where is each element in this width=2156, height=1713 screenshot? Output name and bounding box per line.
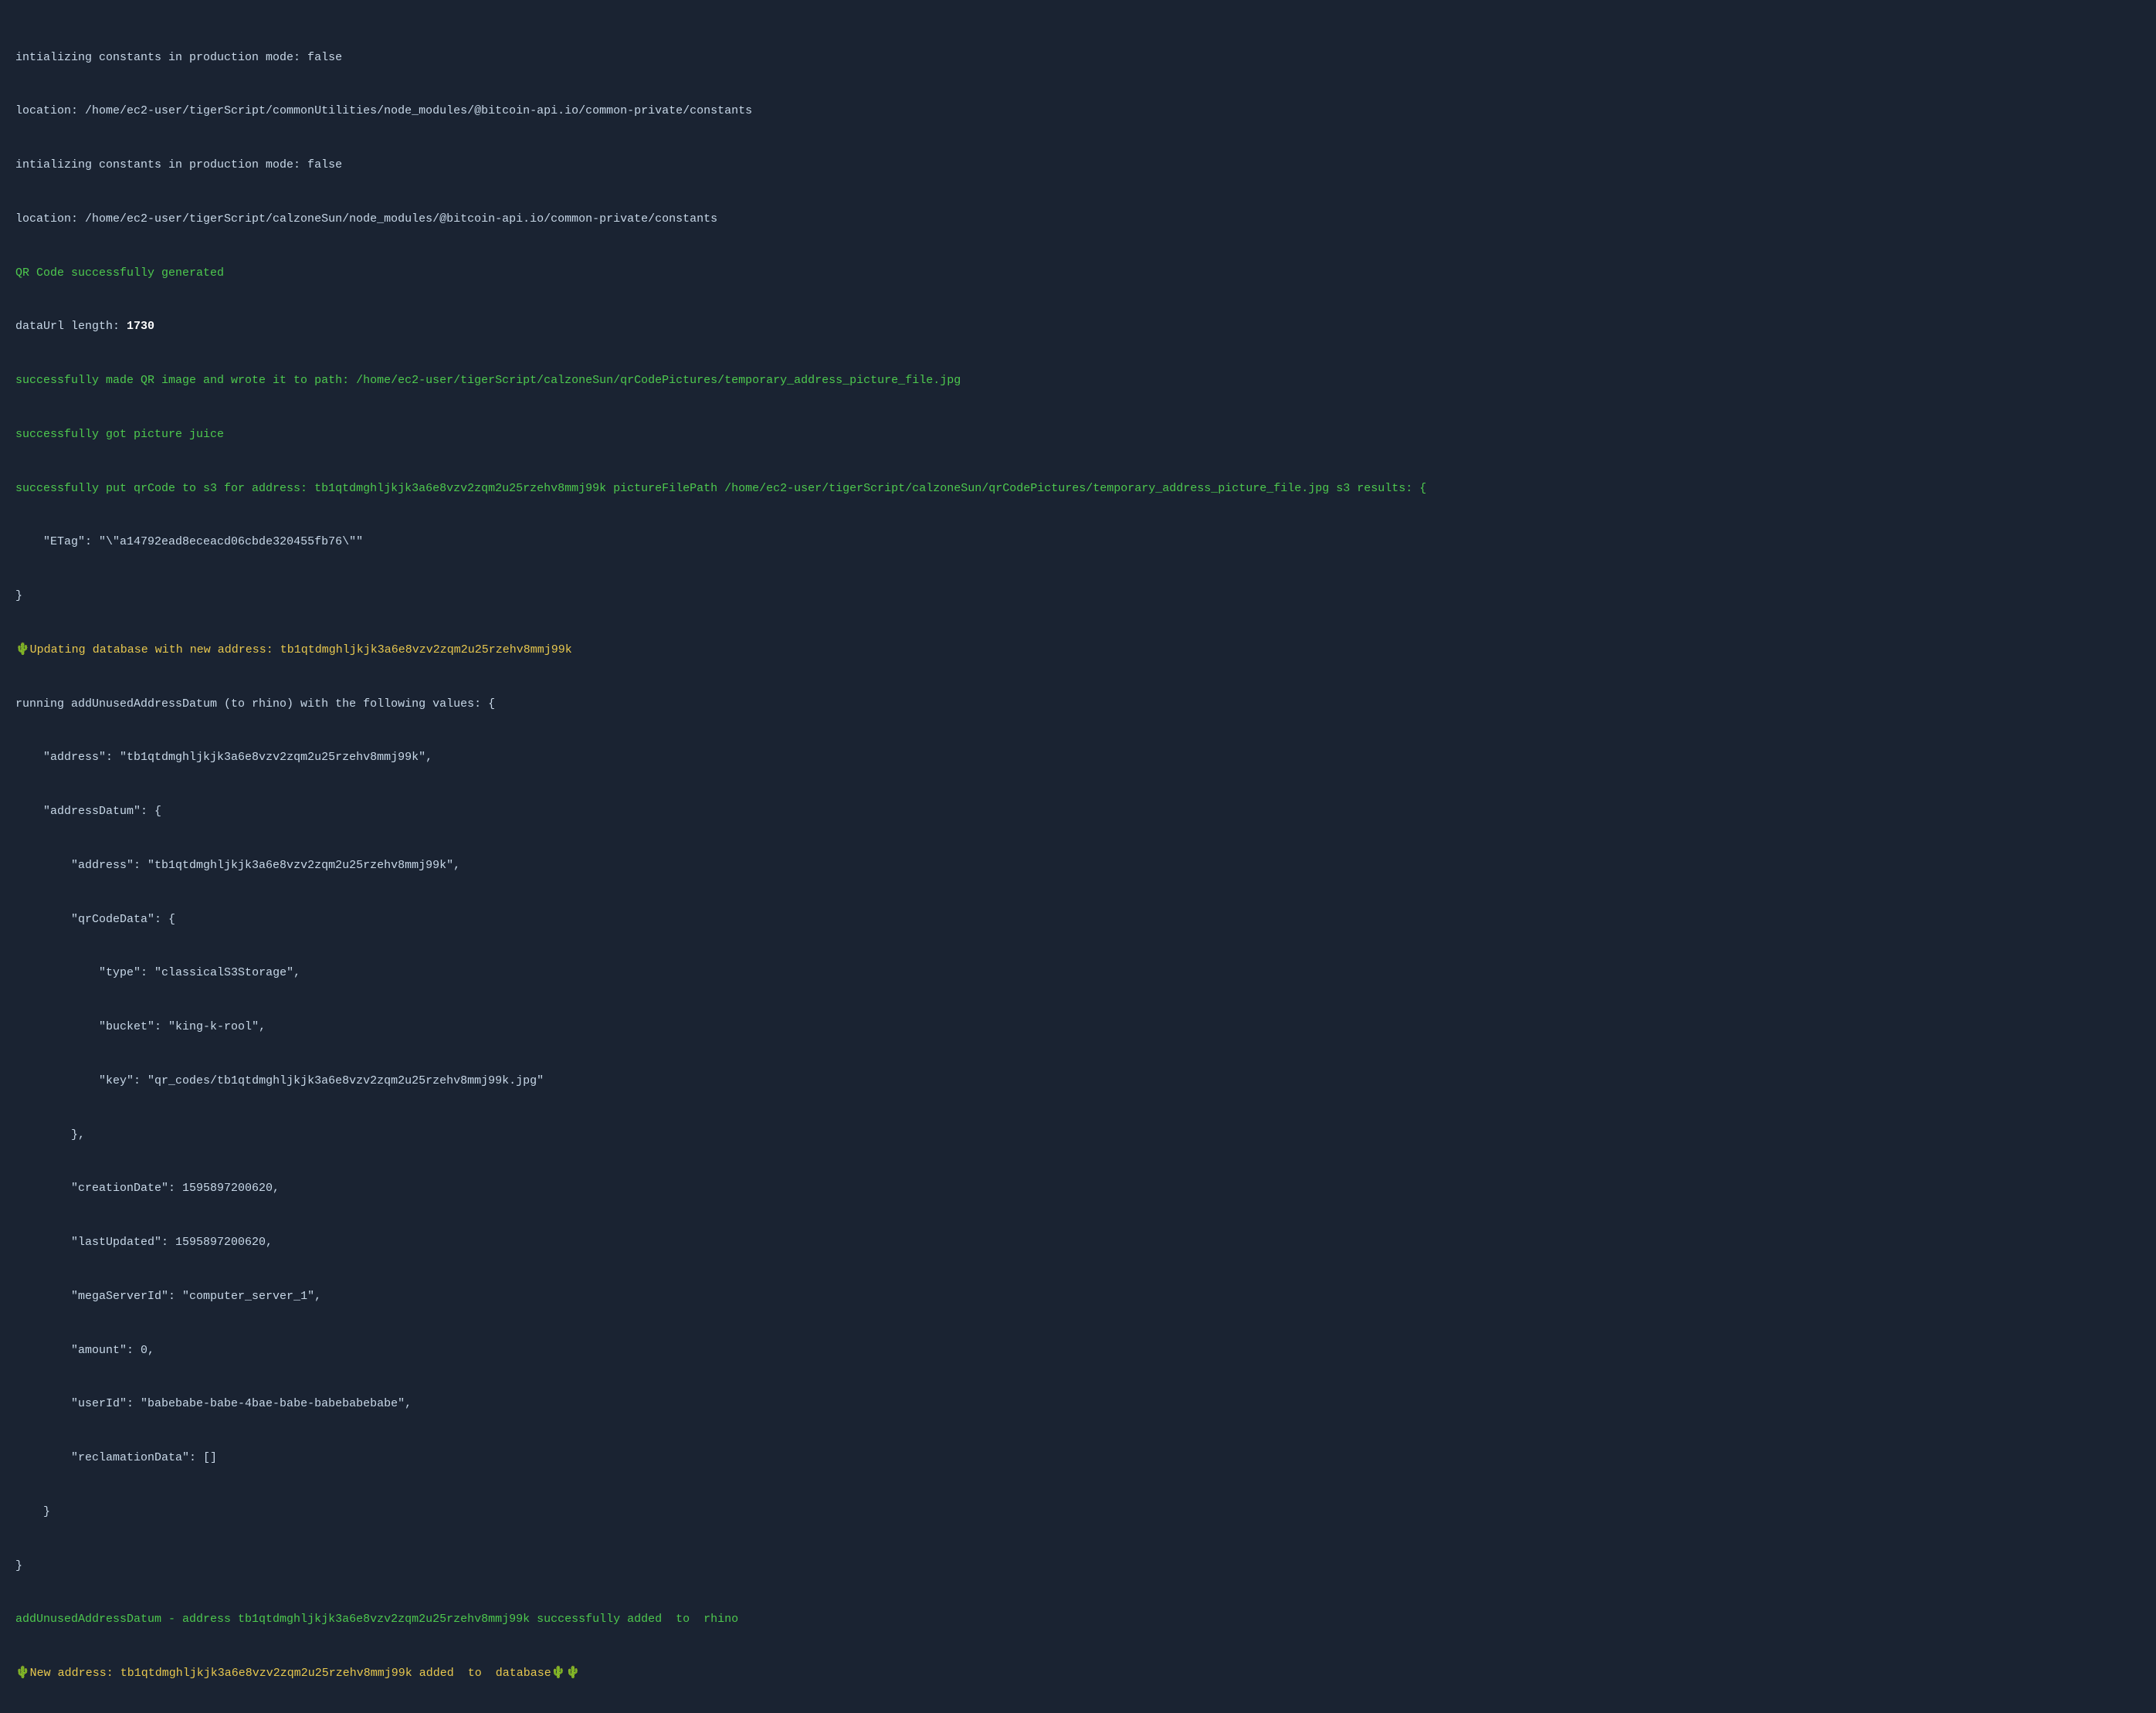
line-4: location: /home/ec2-user/tigerScript/cal…: [15, 210, 2141, 228]
line-3: intializing constants in production mode…: [15, 156, 2141, 174]
line-7: successfully made QR image and wrote it …: [15, 371, 2141, 389]
line-6: dataUrl length: 1730: [15, 317, 2141, 335]
line-24: "megaServerId": "computer_server_1",: [15, 1287, 2141, 1305]
line-20: "key": "qr_codes/tb1qtdmghljkjk3a6e8vzv2…: [15, 1072, 2141, 1090]
line-17: "qrCodeData": {: [15, 911, 2141, 928]
line-13: running addUnusedAddressDatum (to rhino)…: [15, 695, 2141, 713]
line-29: }: [15, 1557, 2141, 1575]
line-28: }: [15, 1503, 2141, 1521]
line-19: "bucket": "king-k-rool",: [15, 1018, 2141, 1036]
line-18: "type": "classicalS3Storage",: [15, 964, 2141, 982]
line-22: "creationDate": 1595897200620,: [15, 1179, 2141, 1197]
line-10: "ETag": "\"a14792ead8eceacd06cbde320455f…: [15, 533, 2141, 551]
line-8: successfully got picture juice: [15, 426, 2141, 443]
terminal-output: intializing constants in production mode…: [15, 12, 2141, 1701]
line-26: "userId": "babebabe-babe-4bae-babe-babeb…: [15, 1395, 2141, 1413]
line-27: "reclamationData": []: [15, 1449, 2141, 1467]
line-16: "address": "tb1qtdmghljkjk3a6e8vzv2zqm2u…: [15, 856, 2141, 874]
line-11: }: [15, 587, 2141, 605]
line-14: "address": "tb1qtdmghljkjk3a6e8vzv2zqm2u…: [15, 748, 2141, 766]
line-25: "amount": 0,: [15, 1342, 2141, 1359]
line-2: location: /home/ec2-user/tigerScript/com…: [15, 102, 2141, 120]
line-9: successfully put qrCode to s3 for addres…: [15, 480, 2141, 497]
line-1: intializing constants in production mode…: [15, 49, 2141, 66]
line-23: "lastUpdated": 1595897200620,: [15, 1233, 2141, 1251]
line-21: },: [15, 1126, 2141, 1144]
line-5: QR Code successfully generated: [15, 264, 2141, 282]
line-12: 🌵Updating database with new address: tb1…: [15, 641, 2141, 659]
line-15: "addressDatum": {: [15, 802, 2141, 820]
line-30: addUnusedAddressDatum - address tb1qtdmg…: [15, 1610, 2141, 1628]
line-31: 🌵New address: tb1qtdmghljkjk3a6e8vzv2zqm…: [15, 1664, 2141, 1682]
